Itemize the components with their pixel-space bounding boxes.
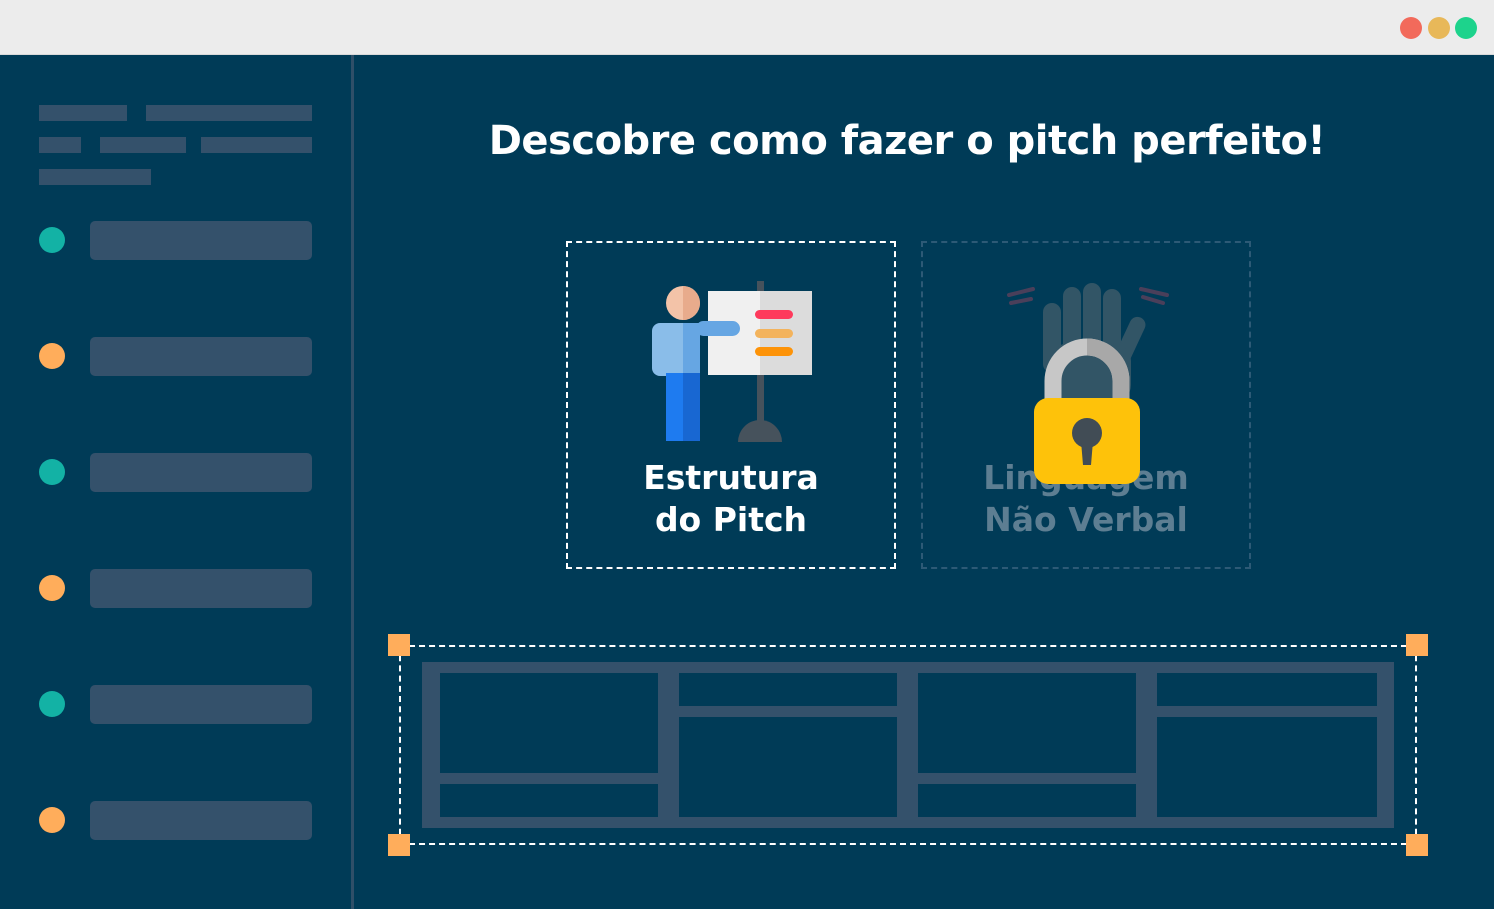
sidebar-item-placeholder [90,801,312,840]
sidebar-item-placeholder [90,337,312,376]
layout-grid-placeholder [422,662,1394,828]
sidebar-item-3[interactable] [0,442,354,502]
course-card-linguagem-nao-verbal[interactable]: Linguagem Não Verbal [921,241,1251,569]
sidebar-item-6[interactable] [0,790,354,850]
sidebar [0,55,354,909]
resize-handle-top-left[interactable] [388,634,410,656]
resize-handle-bottom-left[interactable] [388,834,410,856]
minimize-window-button[interactable] [1428,17,1450,39]
card-title-line-1: Estrutura [643,458,819,497]
status-dot [39,807,65,833]
sidebar-item-5[interactable] [0,674,354,734]
close-window-button[interactable] [1400,17,1422,39]
sidebar-item-placeholder [90,569,312,608]
status-dot [39,227,65,253]
sidebar-item-2[interactable] [0,326,354,386]
maximize-window-button[interactable] [1455,17,1477,39]
sidebar-item-placeholder [90,453,312,492]
presenter-board-icon [652,281,812,442]
status-dot [39,691,65,717]
card-title-line-2: Não Verbal [984,500,1188,539]
sidebar-item-4[interactable] [0,558,354,618]
card-title-line-2: do Pitch [654,500,808,539]
resize-handle-top-right[interactable] [1406,634,1428,656]
sidebar-item-placeholder [90,685,312,724]
card-title: Estrutura do Pitch [568,457,894,541]
window-titlebar [0,0,1494,55]
status-dot [39,343,65,369]
status-dot [39,575,65,601]
status-dot [39,459,65,485]
sidebar-item-placeholder [90,221,312,260]
page-title: Descobre como fazer o pitch perfeito! [488,118,1326,164]
sidebar-item-1[interactable] [0,210,354,270]
padlock-icon [1034,338,1140,484]
resize-handle-bottom-right[interactable] [1406,834,1428,856]
course-card-estrutura-do-pitch[interactable]: Estrutura do Pitch [566,241,896,569]
